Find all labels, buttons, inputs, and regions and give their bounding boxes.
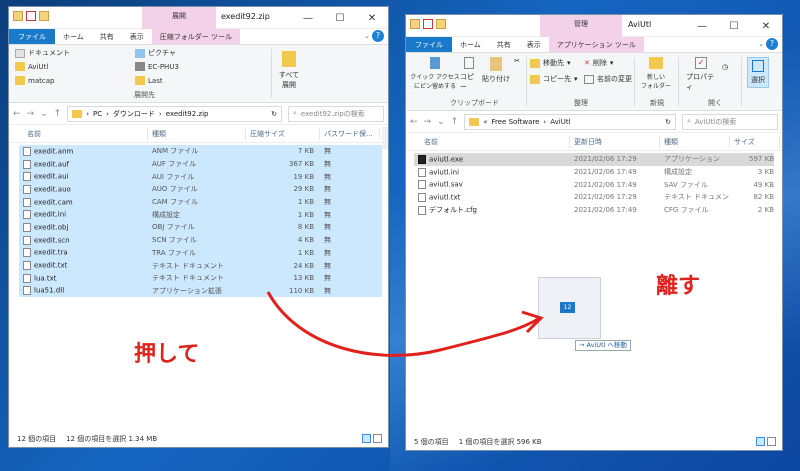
- annotation-arrow: [266, 291, 544, 357]
- annotation-press: 押して: [134, 342, 200, 367]
- annotation-release: 離す: [656, 274, 701, 299]
